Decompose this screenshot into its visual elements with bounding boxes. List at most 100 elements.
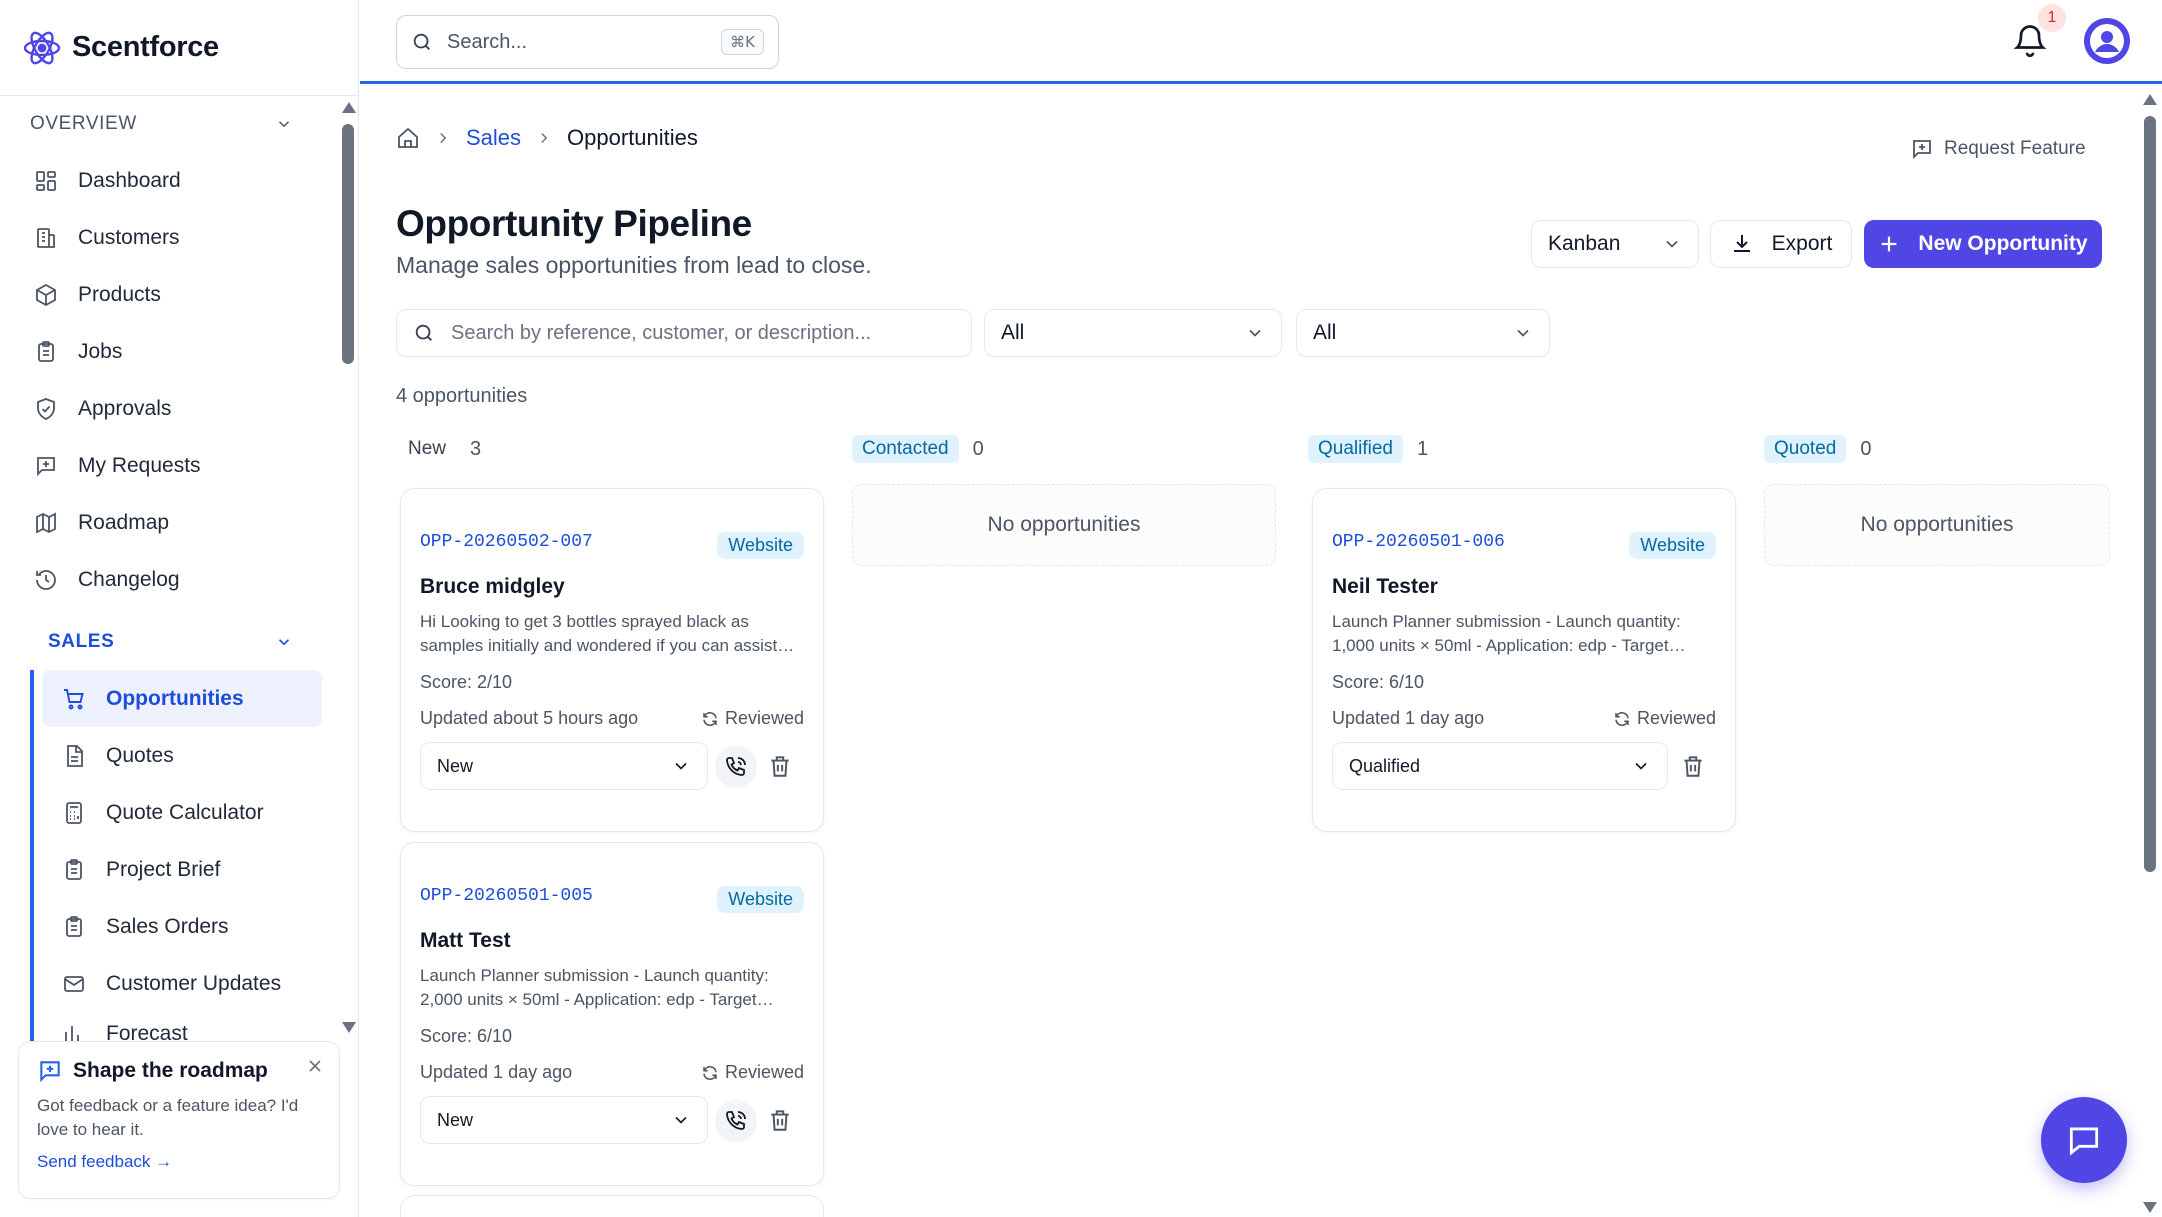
map-icon: [36, 512, 56, 533]
opportunity-card[interactable]: OPP-20260501-006 Website Neil Tester Lau…: [1312, 488, 1736, 832]
sidebar-item-my-requests[interactable]: My Requests: [0, 437, 345, 494]
main-scrollbar[interactable]: [2142, 90, 2158, 1217]
column-header: Quoted 0: [1764, 434, 2142, 464]
clipboard-icon: [38, 340, 54, 362]
kanban-column-qualified: Qualified 1: [1308, 434, 1732, 464]
topbar: Search... ⌘K 1: [360, 0, 2162, 84]
sidebar-item-label: Quotes: [106, 743, 174, 767]
request-feature-button[interactable]: Request Feature: [1910, 137, 2086, 161]
refresh-icon: [703, 1065, 717, 1080]
download-icon: [1733, 235, 1750, 252]
roadmap-card-body: Got feedback or a feature idea? I'd love…: [37, 1096, 299, 1139]
sidebar-item-label: Opportunities: [106, 686, 244, 710]
sidebar-item-customer-updates[interactable]: Customer Updates: [42, 955, 345, 1012]
column-empty-state: No opportunities: [852, 484, 1276, 566]
page-title: Opportunity Pipeline: [396, 203, 752, 244]
main-scrollbar-thumb[interactable]: [2144, 116, 2156, 872]
column-header: Contacted 0: [852, 434, 1276, 464]
opportunity-card[interactable]: OPP-20260501-005 Website Matt Test Launc…: [400, 842, 824, 1186]
sidebar-item-dashboard[interactable]: Dashboard: [0, 152, 345, 209]
trash-icon[interactable]: [1680, 753, 1706, 779]
sidebar-item-roadmap[interactable]: Roadmap: [0, 494, 345, 551]
reviewed-label: Reviewed: [724, 1062, 804, 1082]
clipboard-icon: [66, 858, 82, 880]
log-call-button[interactable]: [715, 746, 757, 788]
phone-call-icon: [726, 757, 746, 776]
sidebar-scrollbar-thumb[interactable]: [342, 124, 354, 364]
send-feedback-link[interactable]: Send feedback →: [37, 1152, 321, 1172]
shield-check-icon: [37, 397, 55, 420]
sidebar-scrollbar[interactable]: [342, 100, 356, 1035]
sidebar-item-opportunities[interactable]: Opportunities: [42, 670, 322, 727]
chevron-down-icon: [1249, 329, 1261, 337]
opportunity-reference[interactable]: OPP-20260502-007: [420, 532, 593, 552]
home-icon[interactable]: [396, 126, 420, 150]
sidebar-item-quote-calculator[interactable]: Quote Calculator: [42, 784, 345, 841]
sidebar-item-quotes[interactable]: Quotes: [42, 727, 345, 784]
search-icon: [413, 33, 430, 50]
opportunity-search-input[interactable]: Search by reference, customer, or descri…: [396, 309, 972, 357]
opportunity-search-placeholder: Search by reference, customer, or descri…: [451, 321, 872, 344]
stage-select[interactable]: Qualified: [1332, 742, 1668, 790]
sidebar-item-products[interactable]: Products: [0, 266, 345, 323]
kanban-column-contacted: Contacted 0 No opportunities: [852, 434, 1276, 566]
breadcrumb-sales-link[interactable]: Sales: [466, 125, 521, 151]
trash-icon[interactable]: [767, 753, 793, 779]
message-plus-icon: [1913, 140, 1931, 160]
chart-icon: [65, 1026, 79, 1041]
brand[interactable]: Scentforce: [0, 0, 359, 96]
column-header: Qualified 1: [1308, 434, 1732, 464]
scroll-up-arrow-icon[interactable]: [2143, 94, 2157, 105]
grid-icon: [36, 170, 56, 191]
source-filter-select[interactable]: All: [1296, 309, 1550, 357]
sidebar-item-customers[interactable]: Customers: [0, 209, 345, 266]
column-header: New 3: [396, 434, 820, 464]
sidebar-item-forecast[interactable]: Forecast: [42, 1012, 345, 1041]
column-count: 3: [470, 437, 482, 460]
building-icon: [37, 227, 55, 248]
chevron-down-icon: [675, 762, 687, 770]
view-mode-select[interactable]: Kanban: [1531, 220, 1699, 268]
request-feature-label: Request Feature: [1944, 138, 2086, 159]
scroll-up-arrow-icon[interactable]: [342, 102, 356, 113]
sidebar-item-label: Customers: [78, 225, 180, 249]
sidebar-item-changelog[interactable]: Changelog: [0, 551, 345, 608]
export-button[interactable]: Export: [1710, 220, 1852, 268]
sidebar-item-jobs[interactable]: Jobs: [0, 323, 345, 380]
reviewed-status: Reviewed: [701, 708, 804, 729]
stage-select[interactable]: New: [420, 1096, 708, 1144]
sidebar-item-label: Quote Calculator: [106, 800, 264, 824]
new-opportunity-label: New Opportunity: [1918, 232, 2088, 255]
phone-call-icon: [726, 1111, 746, 1130]
customer-name: Matt Test: [420, 929, 511, 952]
sidebar-item-approvals[interactable]: Approvals: [0, 380, 345, 437]
scroll-down-arrow-icon[interactable]: [342, 1022, 356, 1033]
sidebar-item-label: Products: [78, 282, 161, 306]
opportunity-reference[interactable]: OPP-20260501-005: [420, 886, 593, 906]
sidebar: Scentforce OVERVIEW Dashboard Customers …: [0, 0, 359, 1217]
opportunity-card[interactable]: OPP-20260502-007 Website Bruce midgley H…: [400, 488, 824, 832]
close-icon[interactable]: [305, 1056, 325, 1076]
reviewed-label: Reviewed: [1636, 708, 1716, 728]
new-opportunity-button[interactable]: New Opportunity: [1864, 220, 2102, 268]
opportunity-reference[interactable]: OPP-20260501-006: [1332, 532, 1505, 552]
sales-group-toggle[interactable]: SALES: [0, 614, 345, 670]
refresh-icon: [703, 711, 717, 726]
global-search-input[interactable]: Search... ⌘K: [396, 15, 779, 69]
opportunity-card[interactable]: [400, 1195, 824, 1217]
status-filter-select[interactable]: All: [984, 309, 1282, 357]
search-placeholder: Search...: [447, 30, 528, 53]
overview-group-toggle[interactable]: OVERVIEW: [0, 96, 345, 152]
sidebar-item-sales-orders[interactable]: Sales Orders: [42, 898, 345, 955]
clipboard-icon: [66, 915, 82, 937]
sidebar-item-project-brief[interactable]: Project Brief: [42, 841, 345, 898]
chat-launcher-button[interactable]: [2041, 1097, 2127, 1183]
file-icon: [67, 744, 83, 767]
roadmap-feedback-card: Shape the roadmap Got feedback or a feat…: [18, 1041, 340, 1199]
stage-select[interactable]: New: [420, 742, 708, 790]
breadcrumb-current: Opportunities: [567, 125, 698, 150]
trash-icon[interactable]: [767, 1107, 793, 1133]
user-avatar[interactable]: [2084, 18, 2130, 64]
scroll-down-arrow-icon[interactable]: [2143, 1202, 2157, 1213]
log-call-button[interactable]: [715, 1100, 757, 1142]
